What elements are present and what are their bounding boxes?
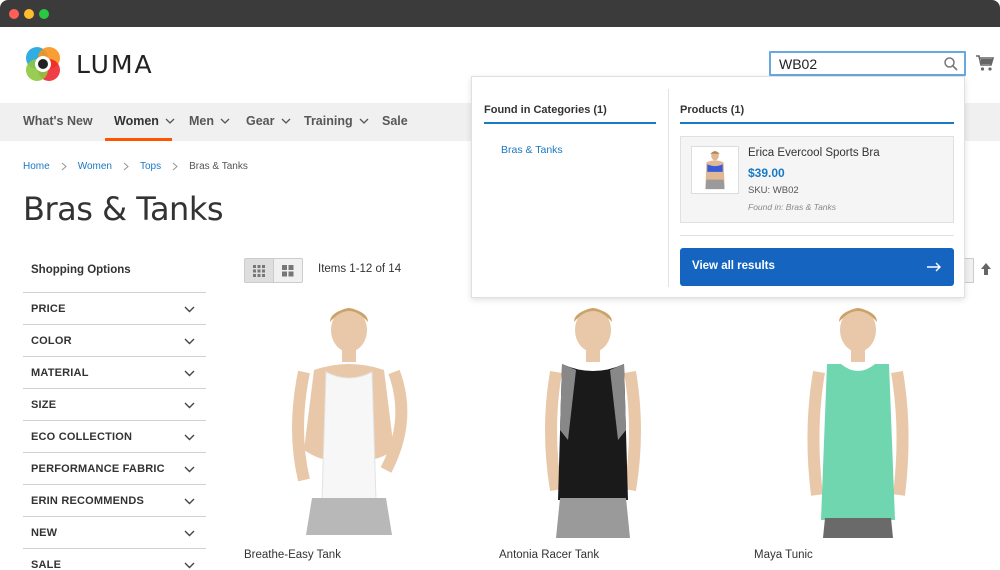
close-window-button[interactable]	[9, 9, 19, 19]
breadcrumb-tops[interactable]: Tops	[140, 161, 161, 172]
panel-separator	[680, 235, 954, 236]
nav-item-whats-new[interactable]: What's New	[23, 114, 93, 128]
product-name[interactable]: Antonia Racer Tank	[499, 549, 599, 561]
product-name[interactable]: Maya Tunic	[754, 549, 813, 561]
product-image[interactable]	[244, 300, 454, 540]
products-heading: Products (1)	[680, 104, 745, 116]
chevron-down-icon	[184, 402, 195, 409]
suggestion-found-in: Found in: Bras & Tanks	[748, 202, 837, 212]
product-name[interactable]: Breathe-Easy Tank	[244, 549, 341, 561]
title-bar	[0, 0, 1000, 27]
filter-label: PERFORMANCE FABRIC	[31, 463, 165, 475]
chevron-down-icon	[184, 466, 195, 473]
breadcrumb-women[interactable]: Women	[78, 161, 112, 172]
chevron-down-icon	[184, 530, 195, 537]
nav-item-training[interactable]: Training	[304, 114, 369, 128]
nav-item-label: Men	[189, 114, 214, 128]
panel-divider	[668, 89, 669, 287]
chevron-down-icon	[184, 370, 195, 377]
items-count: Items 1-12 of 14	[318, 263, 402, 275]
filter-price[interactable]: PRICE	[23, 292, 206, 324]
list-icon	[282, 265, 294, 277]
nav-item-men[interactable]: Men	[189, 114, 230, 128]
grid-view-button[interactable]	[244, 258, 274, 283]
suggestion-product-name[interactable]: Erica Evercool Sports Bra	[748, 147, 880, 159]
grid-icon	[253, 265, 265, 277]
filter-erin-recommends[interactable]: ERIN RECOMMENDS	[23, 484, 206, 516]
chevron-down-icon	[184, 306, 195, 313]
filter-label: ECO COLLECTION	[31, 431, 133, 443]
categories-heading-underline	[484, 122, 656, 124]
chevron-down-icon	[220, 118, 230, 124]
nav-item-label: Sale	[382, 114, 408, 128]
product-card[interactable]: Maya Tunic	[753, 300, 963, 561]
chevron-down-icon	[281, 118, 290, 124]
filter-new[interactable]: NEW	[23, 516, 206, 548]
active-nav-indicator	[105, 138, 172, 141]
chevron-down-icon	[184, 498, 195, 505]
page-title: Bras & Tanks	[23, 190, 224, 228]
product-image[interactable]	[498, 300, 708, 540]
search-input-value: WB02	[779, 56, 818, 72]
sort-direction-icon[interactable]	[980, 262, 992, 276]
product-suggestion[interactable]: Erica Evercool Sports Bra $39.00 SKU: WB…	[680, 136, 954, 223]
chevron-right-icon	[123, 162, 129, 171]
breadcrumb-current: Bras & Tanks	[189, 161, 248, 172]
view-all-results-label: View all results	[692, 260, 775, 272]
arrow-right-icon	[927, 262, 941, 272]
breadcrumb: Home Women Tops Bras & Tanks	[23, 161, 248, 172]
list-view-button[interactable]	[273, 258, 303, 283]
nav-item-gear[interactable]: Gear	[246, 114, 291, 128]
search-input[interactable]: WB02	[769, 51, 966, 76]
product-thumbnail[interactable]	[691, 146, 739, 194]
suggestion-product-sku: SKU: WB02	[748, 185, 799, 196]
cart-icon[interactable]	[975, 54, 995, 72]
filter-size[interactable]: SIZE	[23, 388, 206, 420]
filter-sale[interactable]: SALE	[23, 548, 206, 570]
nav-item-women[interactable]: Women	[114, 114, 175, 128]
product-image[interactable]	[753, 300, 963, 540]
chevron-down-icon	[165, 118, 175, 124]
filter-eco-collection[interactable]: ECO COLLECTION	[23, 420, 206, 452]
filter-label: SIZE	[31, 399, 57, 411]
view-all-results-button[interactable]: View all results	[680, 248, 954, 286]
chevron-down-icon	[359, 118, 369, 124]
nav-item-label: What's New	[23, 114, 93, 128]
filter-label: ERIN RECOMMENDS	[31, 495, 145, 507]
product-card[interactable]: Breathe-Easy Tank	[244, 300, 454, 561]
maximize-window-button[interactable]	[39, 9, 49, 19]
filter-label: PRICE	[31, 303, 66, 315]
luma-logo-icon[interactable]	[23, 44, 63, 84]
nav-item-label: Women	[114, 114, 159, 128]
filter-label: MATERIAL	[31, 367, 89, 379]
nav-item-label: Training	[304, 114, 353, 128]
search-icon[interactable]	[943, 56, 959, 72]
chevron-down-icon	[184, 562, 195, 569]
filter-color[interactable]: COLOR	[23, 324, 206, 356]
filter-label: COLOR	[31, 335, 72, 347]
shopping-options-heading: Shopping Options	[31, 264, 131, 276]
products-heading-underline	[680, 122, 954, 124]
filter-list: PRICE COLOR MATERIAL SIZE ECO COLLECTION…	[23, 292, 206, 570]
filter-performance-fabric[interactable]: PERFORMANCE FABRIC	[23, 452, 206, 484]
categories-heading: Found in Categories (1)	[484, 104, 607, 116]
filter-label: SALE	[31, 559, 62, 570]
minimize-window-button[interactable]	[24, 9, 34, 19]
category-suggestion-link[interactable]: Bras & Tanks	[501, 144, 563, 156]
brand-name[interactable]: LUMA	[76, 50, 154, 79]
breadcrumb-home[interactable]: Home	[23, 161, 50, 172]
filter-label: NEW	[31, 527, 58, 539]
nav-item-label: Gear	[246, 114, 275, 128]
search-autocomplete-panel: Found in Categories (1) Bras & Tanks Pro…	[471, 76, 965, 298]
product-card[interactable]: Antonia Racer Tank	[498, 300, 708, 561]
chevron-right-icon	[61, 162, 67, 171]
nav-item-sale[interactable]: Sale	[382, 114, 408, 128]
chevron-right-icon	[172, 162, 178, 171]
suggestion-product-price: $39.00	[748, 166, 785, 180]
filter-material[interactable]: MATERIAL	[23, 356, 206, 388]
chevron-down-icon	[184, 434, 195, 441]
browser-window: LUMA WB02 What's New Women Men Gear Trai…	[0, 0, 1000, 570]
chevron-down-icon	[184, 338, 195, 345]
